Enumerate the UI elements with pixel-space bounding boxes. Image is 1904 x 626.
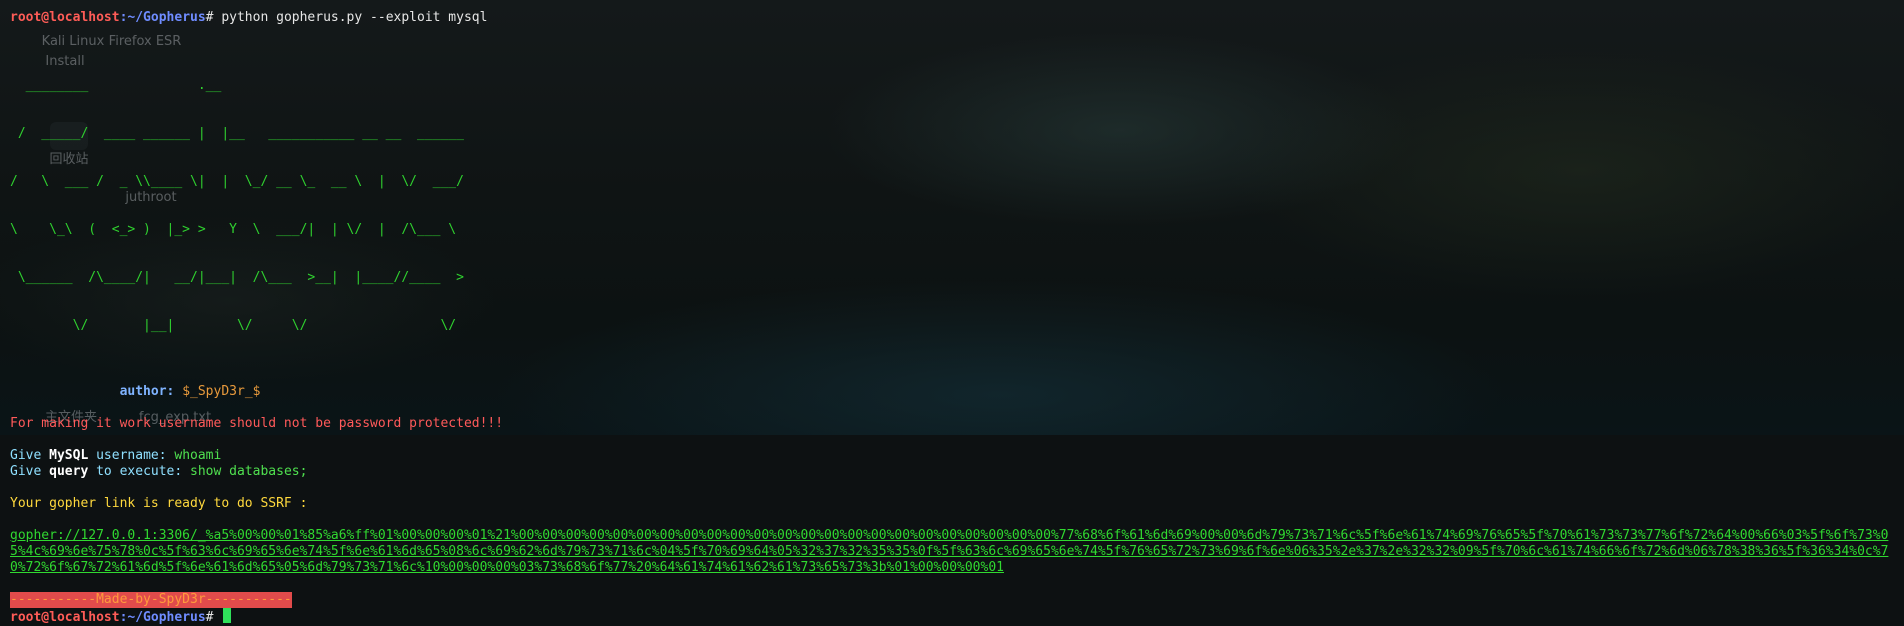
prompt-path: :~/Gopherus bbox=[119, 610, 206, 625]
prompt-label: to execute: bbox=[88, 464, 191, 479]
author-label: author: bbox=[119, 384, 183, 399]
banner-line: \ \_\ ( <_> ) |_> > Y \ ___/| | \/ | /\_… bbox=[10, 222, 464, 237]
made-by-line: -----------Made-by-SpyD3r----------- bbox=[10, 592, 1890, 608]
banner-line: \______ /\____/| __/|___| /\___ >__| |__… bbox=[10, 270, 464, 285]
prompt-label: Give bbox=[10, 464, 50, 479]
command-line: root@localhost:~/Gopherus# python gopher… bbox=[10, 10, 1890, 26]
banner-line: \/ |__| \/ \/ \/ bbox=[10, 318, 464, 333]
prompt-user: root@localhost bbox=[10, 10, 120, 25]
gopherus-ascii-banner: ________ .__ / _____/ ____ ______ | |__ … bbox=[10, 46, 1890, 366]
command-text: python gopherus.py --exploit mysql bbox=[221, 10, 488, 25]
made-by-banner: -----------Made-by-SpyD3r----------- bbox=[10, 592, 292, 608]
prompt-label: Give bbox=[10, 448, 50, 463]
banner-line: ________ .__ bbox=[10, 78, 464, 93]
author-value: $_SpyD3r_$ bbox=[182, 384, 261, 399]
query-prompt-line: Give query to execute: show databases; bbox=[10, 464, 1890, 480]
prompt-user: root@localhost bbox=[10, 610, 120, 625]
username-answer: whoami bbox=[174, 448, 222, 463]
banner-line: / _____/ ____ ______ | |__ ___________ _… bbox=[10, 126, 464, 141]
gopher-link[interactable]: gopher://127.0.0.1:3306/_%a5%00%00%01%85… bbox=[10, 528, 1890, 576]
banner-line: / \ ___ / _ \\____ \| | \_/ __ \_ __ \ |… bbox=[10, 174, 464, 189]
terminal-cursor bbox=[223, 608, 232, 623]
prompt-label: username: bbox=[88, 448, 175, 463]
terminal-window[interactable]: root@localhost:~/Gopherus# python gopher… bbox=[10, 10, 1890, 625]
username-prompt-line: Give MySQL username: whoami bbox=[10, 448, 1890, 464]
prompt-path: :~/Gopherus bbox=[119, 10, 206, 25]
author-line: author: $_SpyD3r_$ bbox=[10, 384, 1890, 400]
prompt-symbol: # bbox=[205, 10, 222, 25]
ready-message: Your gopher link is ready to do SSRF : bbox=[10, 496, 308, 511]
prompt-keyword: MySQL bbox=[49, 448, 89, 463]
prompt-keyword: query bbox=[49, 464, 89, 479]
prompt-symbol: # bbox=[205, 610, 222, 625]
query-answer: show databases; bbox=[190, 464, 308, 479]
current-prompt-line[interactable]: root@localhost:~/Gopherus# bbox=[10, 608, 1890, 625]
warning-text: For making it work username should not b… bbox=[10, 416, 504, 431]
